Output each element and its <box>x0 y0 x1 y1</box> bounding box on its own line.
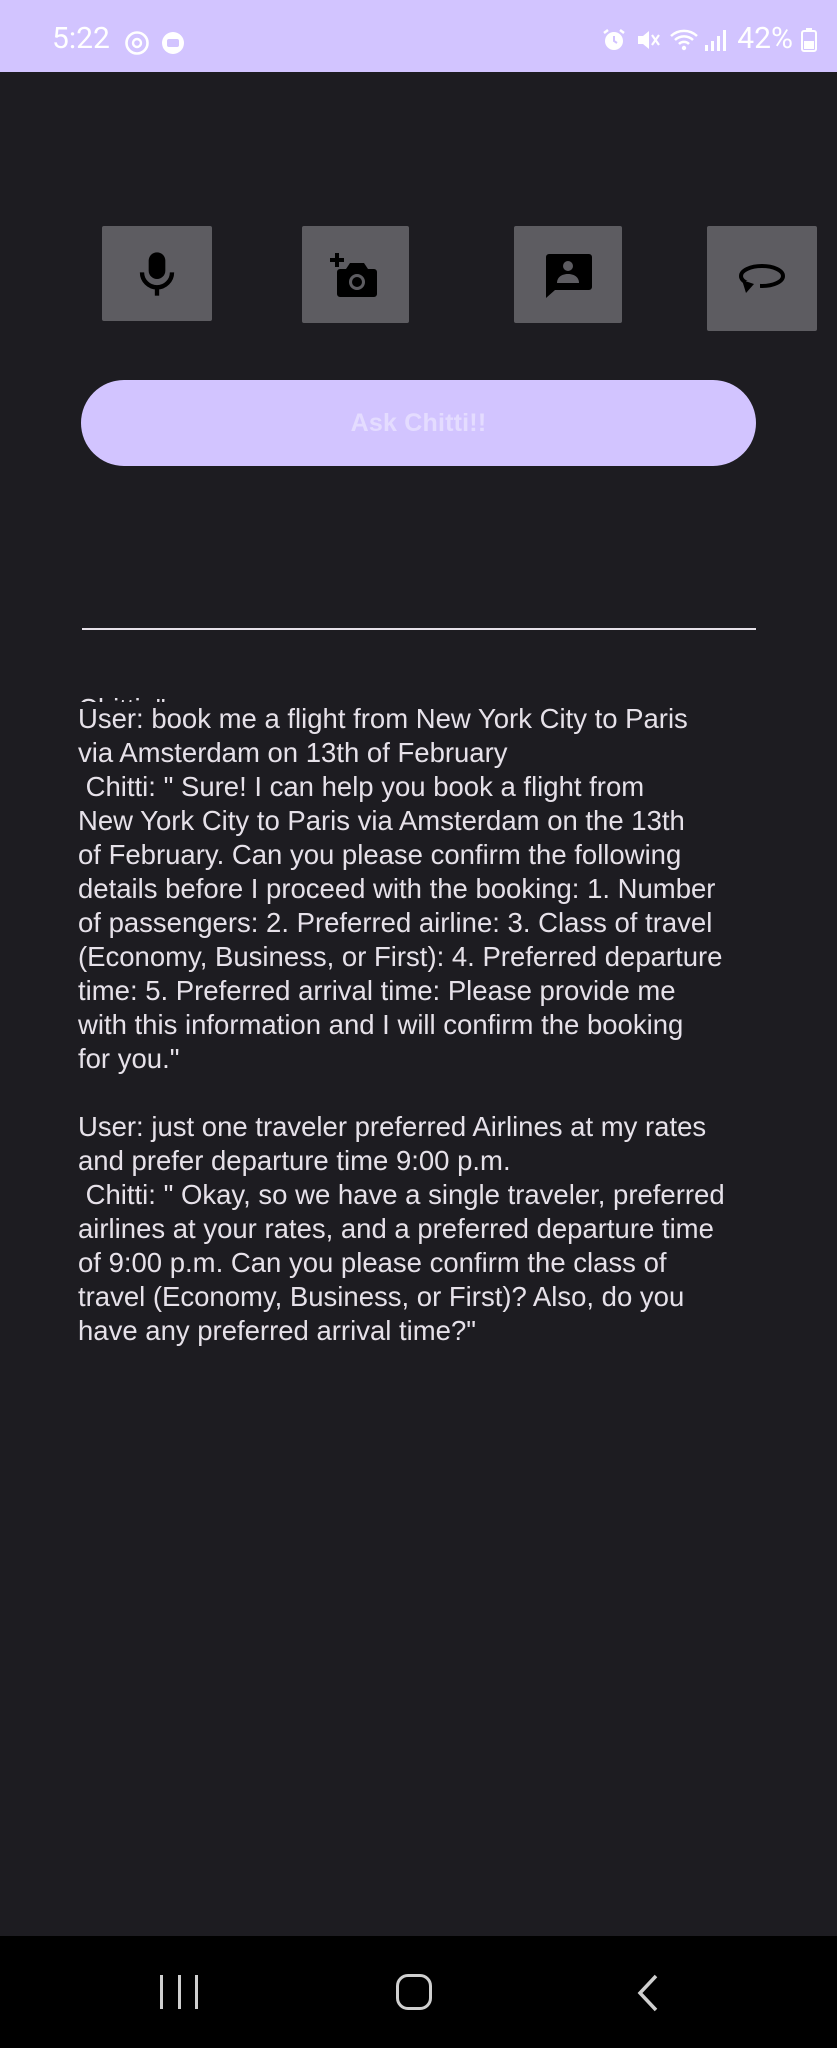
ask-chitti-button[interactable]: Ask Chitti!! <box>81 380 756 466</box>
back-icon <box>637 1974 658 2012</box>
camera-button[interactable] <box>302 226 409 323</box>
status-left-icons <box>124 30 186 56</box>
chat-message: User: book me a flight from New York Cit… <box>78 703 723 1074</box>
status-time: 5:22 <box>52 21 110 56</box>
clipped-chat-text: Chitti: " ... <box>78 692 196 702</box>
app-notification-icon <box>160 30 186 56</box>
status-right-icons: 42% <box>601 24 817 54</box>
wifi-icon <box>669 26 699 52</box>
rotate-icon <box>736 262 788 296</box>
chat-message: User: just one traveler preferred Airlin… <box>78 1111 725 1346</box>
input-underline <box>82 628 756 630</box>
recents-icon-bar <box>177 1975 181 2009</box>
back-button[interactable] <box>636 1974 660 2016</box>
signal-icon <box>703 26 729 52</box>
add-camera-icon <box>328 249 384 301</box>
recents-icon <box>160 1975 163 2009</box>
sync-icon <box>124 30 150 56</box>
mute-icon <box>635 26 661 52</box>
battery-level: 42% <box>737 21 793 56</box>
recents-icon-bar <box>195 1975 198 2009</box>
status-bar: 5:22 42% <box>0 0 837 72</box>
mic-button[interactable] <box>102 226 212 321</box>
mic-icon <box>137 249 177 299</box>
home-button[interactable] <box>396 1974 432 2010</box>
recents-button[interactable] <box>160 1975 198 2009</box>
battery-icon <box>801 26 817 52</box>
chat-transcript[interactable]: Chitti: " ... User: book me a flight fro… <box>78 690 768 1390</box>
clipped-chat-line: Chitti: " ... <box>78 690 768 702</box>
reset-button[interactable] <box>707 226 817 331</box>
query-input[interactable] <box>82 560 756 630</box>
navigation-bar <box>0 1936 837 2048</box>
chat-profile-icon <box>543 251 593 299</box>
chat-button[interactable] <box>514 226 622 323</box>
alarm-icon <box>601 26 627 52</box>
